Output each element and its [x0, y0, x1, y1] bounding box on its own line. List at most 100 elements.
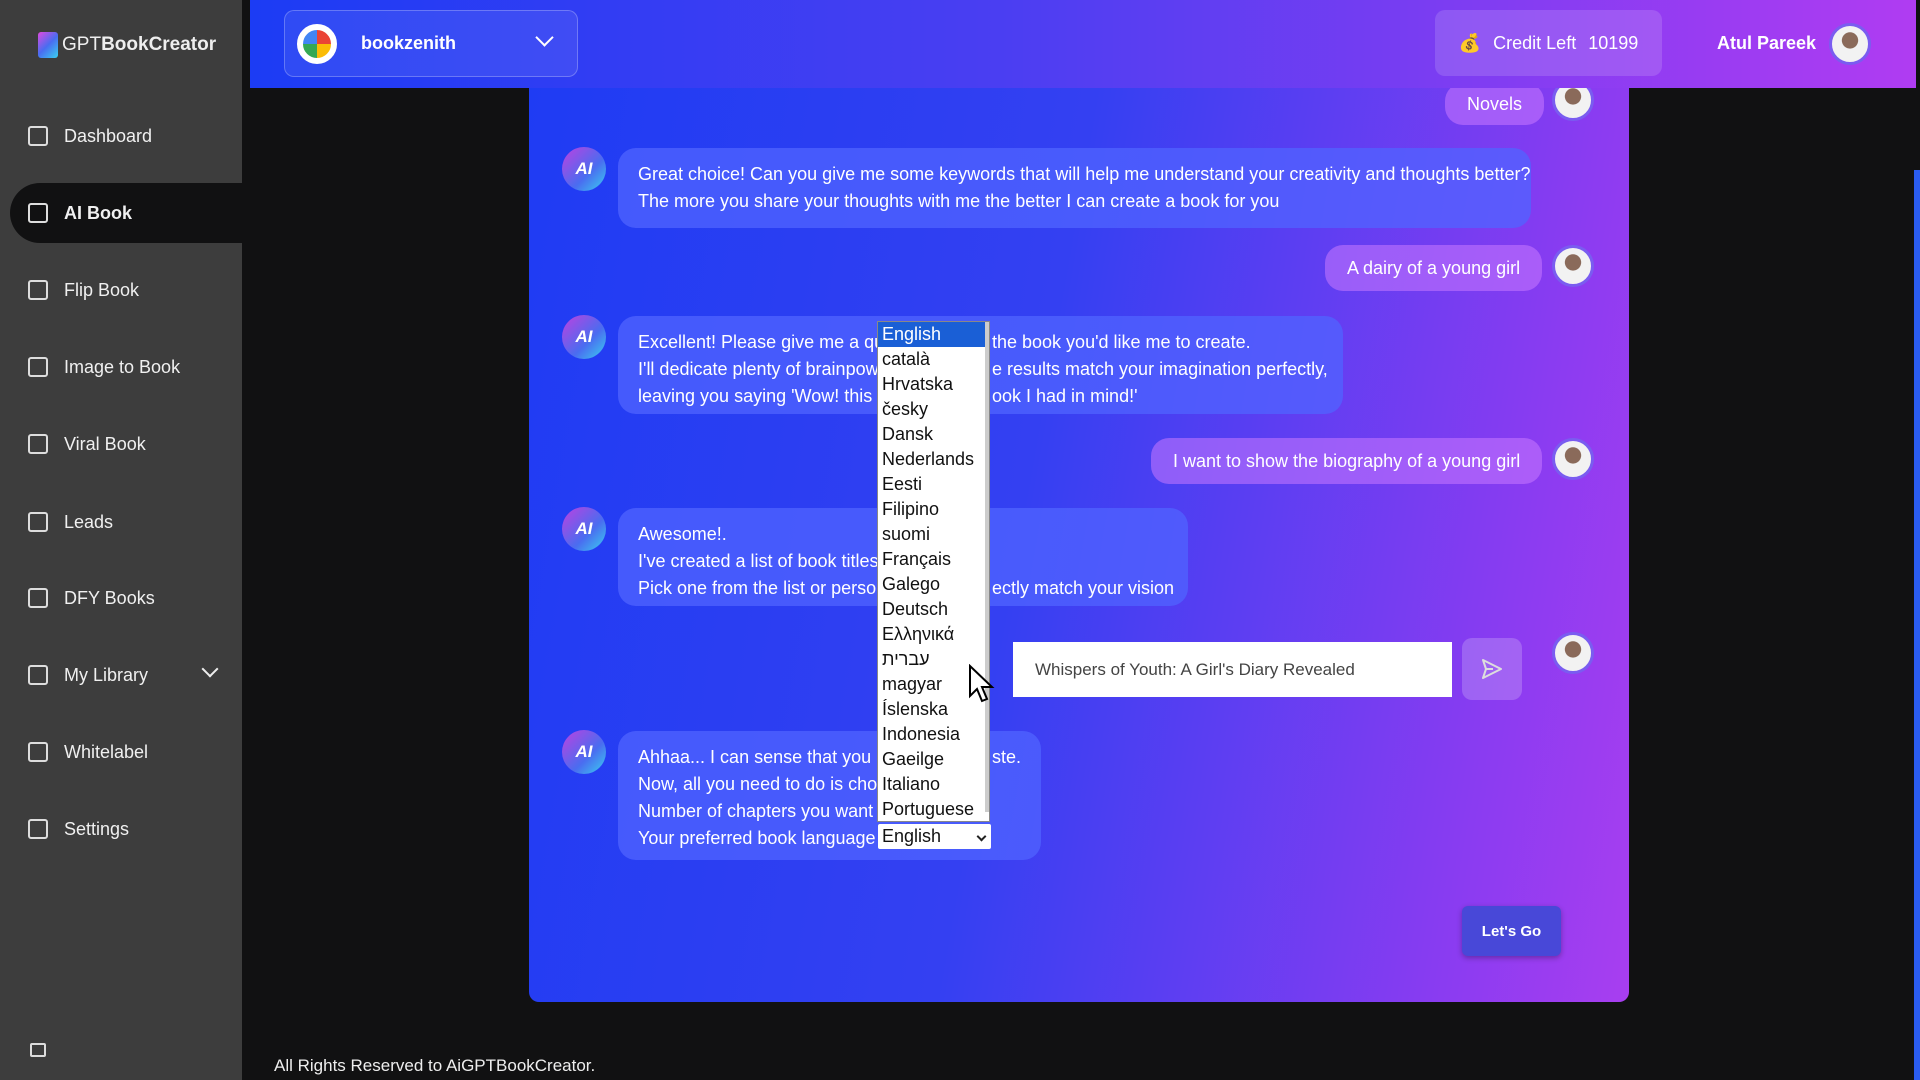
logout-icon[interactable]: [30, 1043, 46, 1057]
language-dropdown-list[interactable]: English català Hrvatska česky Dansk Nederland…: [877, 321, 990, 822]
language-option[interactable]: česky: [878, 397, 989, 422]
sidebar-item-label: Image to Book: [64, 356, 181, 377]
message-text-left: Ahhaa... I can sense that you ha: [638, 747, 897, 767]
sidebar-item-settings[interactable]: Settings: [0, 799, 242, 859]
leads-icon: [28, 512, 48, 532]
sidebar-item-dfy-books[interactable]: DFY Books: [0, 568, 242, 628]
footer-text: All Rights Reserved to AiGPTBookCreator.: [274, 1056, 596, 1075]
sidebar-item-leads[interactable]: Leads: [0, 492, 242, 552]
language-option[interactable]: Nederlands: [878, 447, 989, 472]
credit-label: Credit Left: [1493, 32, 1577, 53]
sidebar-item-label: Flip Book: [64, 279, 140, 300]
sidebar-item-my-library[interactable]: My Library: [0, 645, 242, 705]
gift-icon: [28, 434, 48, 454]
user-message: A dairy of a young girl: [1325, 245, 1543, 291]
message-line: The more you share your thoughts with me…: [638, 191, 1280, 211]
language-option[interactable]: Galego: [878, 572, 989, 597]
message-text-left: Excellent! Please give me a qui: [638, 332, 889, 352]
message-text-left: I've created a list of book titles: [638, 551, 879, 571]
language-option[interactable]: Gaeilge: [878, 747, 989, 772]
language-option[interactable]: English: [878, 322, 989, 347]
send-icon: [1482, 659, 1502, 679]
message-text: A dairy of a young girl: [1347, 257, 1521, 278]
sidebar-item-label: Dashboard: [64, 125, 153, 146]
sidebar-item-viral-book[interactable]: Viral Book: [0, 414, 242, 474]
books-stack-icon: [28, 588, 48, 608]
user-avatar[interactable]: [1829, 23, 1871, 65]
user-avatar: [1552, 632, 1594, 674]
gear-icon: [28, 819, 48, 839]
bot-avatar-icon: AI: [562, 730, 606, 774]
chevron-down-icon[interactable]: [201, 660, 219, 678]
money-bag-icon: 💰: [1458, 32, 1482, 53]
message-line: Great choice! Can you give me some keywo…: [638, 164, 1531, 184]
message-text-right: ook I had in mind!': [992, 386, 1138, 406]
book-title-input[interactable]: [1013, 642, 1452, 697]
message-text-right: ectly match your vision: [992, 578, 1175, 598]
language-option[interactable]: català: [878, 347, 989, 372]
message-text-right: e results match your imagination perfect…: [992, 359, 1328, 379]
lets-go-button[interactable]: Let's Go: [1462, 906, 1561, 956]
open-book-icon: [28, 280, 48, 300]
workspace-name: bookzenith: [361, 33, 456, 53]
message-text-right: the book you'd like me to create.: [992, 332, 1251, 352]
language-option[interactable]: Italiano: [878, 772, 989, 797]
sidebar-item-label: Viral Book: [64, 433, 146, 454]
sidebar-item-label: Whitelabel: [64, 741, 149, 762]
user-avatar: [1552, 88, 1594, 121]
message-text-left: Number of chapters you want: [638, 801, 874, 821]
sidebar-item-flip-book[interactable]: Flip Book: [0, 260, 242, 320]
language-option[interactable]: Indonesia: [878, 722, 989, 747]
user-name[interactable]: Atul Pareek: [1717, 33, 1816, 54]
message-text-left: I'll dedicate plenty of brainpow: [638, 359, 879, 379]
message-text-left: leaving you saying 'Wow! this i: [638, 386, 882, 406]
message-text-left: Now, all you need to do is cho: [638, 774, 878, 794]
chevron-down-icon: [535, 28, 554, 47]
language-option[interactable]: Français: [878, 547, 989, 572]
message-text: I want to show the biography of a young …: [1173, 450, 1521, 471]
sidebar: GPT BookCreator Dashboard AI Book Flip Book…: [0, 0, 242, 1080]
workspace-selector[interactable]: bookzenith: [284, 10, 578, 77]
user-message: Novels: [1445, 88, 1545, 125]
sidebar-item-label: AI Book: [64, 202, 133, 223]
sidebar-item-image-to-book[interactable]: Image to Book: [0, 337, 242, 397]
scrollbar[interactable]: [1914, 170, 1920, 1080]
language-option[interactable]: Filipino: [878, 497, 989, 522]
bot-avatar-icon: AI: [562, 315, 606, 359]
logo[interactable]: GPT BookCreator: [38, 32, 216, 58]
sidebar-item-ai-book[interactable]: AI Book: [10, 183, 242, 243]
dashboard-icon: [28, 126, 48, 146]
logo-text-prefix: GPT: [62, 34, 102, 55]
language-option[interactable]: Deutsch: [878, 597, 989, 622]
book-icon: [28, 203, 48, 223]
chat-panel: Novels AI Great choice! Can you give me …: [529, 88, 1629, 1002]
credit-badge: 💰 Credit Left 10199: [1435, 10, 1662, 76]
language-option[interactable]: Dansk: [878, 422, 989, 447]
language-select[interactable]: English: [878, 824, 991, 849]
user-avatar: [1552, 245, 1594, 287]
chevron-down-icon: [976, 831, 987, 842]
dropdown-scrollbar[interactable]: [985, 322, 989, 812]
send-button[interactable]: [1462, 638, 1522, 700]
workspace-logo-icon: [297, 24, 337, 64]
logo-text-bold: BookCreator: [101, 34, 217, 55]
message-text-left: Awesome!.: [638, 524, 727, 544]
language-option[interactable]: Portuguese: [878, 797, 989, 821]
language-select-value: English: [882, 826, 942, 846]
sidebar-item-label: My Library: [64, 664, 149, 685]
sidebar-item-label: Leads: [64, 511, 114, 532]
bot-avatar-icon: AI: [562, 147, 606, 191]
mouse-cursor-icon: [969, 664, 995, 703]
sidebar-item-label: DFY Books: [64, 587, 155, 608]
language-option[interactable]: Eesti: [878, 472, 989, 497]
sidebar-item-dashboard[interactable]: Dashboard: [0, 106, 242, 166]
language-option[interactable]: Hrvatska: [878, 372, 989, 397]
message-text-left: Pick one from the list or persor: [638, 578, 883, 598]
language-option[interactable]: suomi: [878, 522, 989, 547]
sidebar-item-whitelabel[interactable]: Whitelabel: [0, 722, 242, 782]
library-icon: [28, 665, 48, 685]
language-option[interactable]: Ελληνικά: [878, 622, 989, 647]
sidebar-item-label: Settings: [64, 818, 130, 839]
bot-message: Great choice! Can you give me some keywo…: [618, 148, 1531, 228]
user-message: I want to show the biography of a young …: [1151, 438, 1543, 484]
